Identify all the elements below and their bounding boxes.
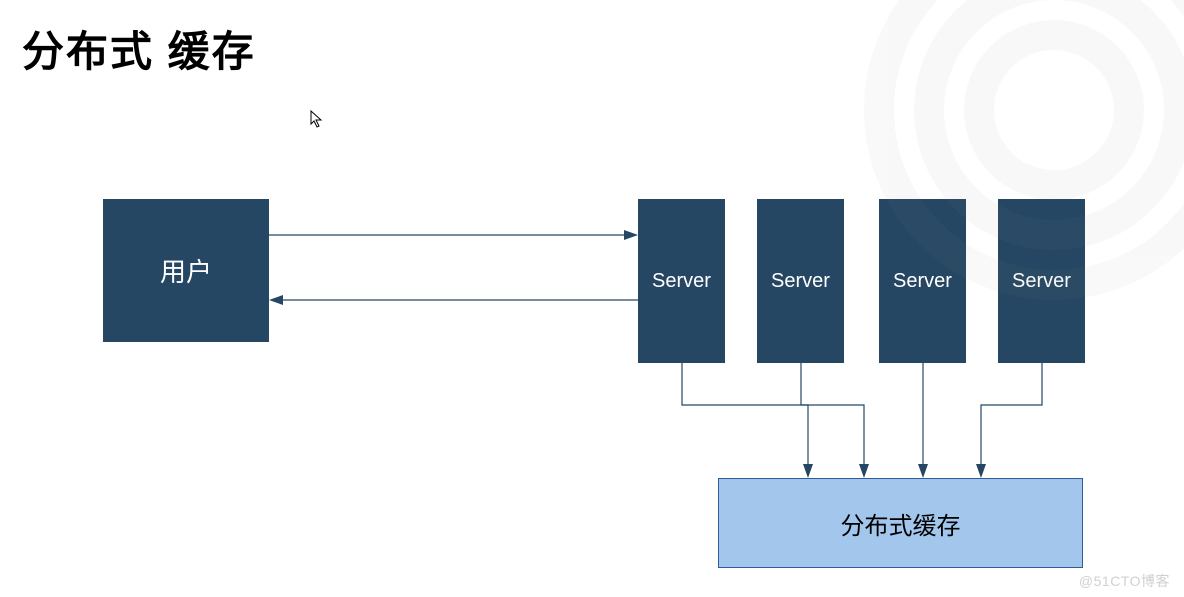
server-node-1: Server [638,199,725,363]
user-node: 用户 [103,199,269,342]
server-node-2: Server [757,199,844,363]
slide-title: 分布式 缓存 [22,18,256,79]
arrowhead-right-icon [624,230,638,240]
server-node-4: Server [998,199,1085,363]
arrowhead-down-icon [976,464,986,478]
cursor-icon [310,110,324,128]
connector-s4-cache [981,363,1042,466]
arrowhead-down-icon [803,464,813,478]
connector-s2-cache [801,363,864,466]
server-label: Server [1012,270,1071,293]
distributed-cache-node: 分布式缓存 [718,478,1083,568]
watermark-text: @51CTO博客 [1079,571,1170,591]
connector-s1-cache [682,363,808,466]
cache-label: 分布式缓存 [841,506,961,541]
arrowhead-down-icon [859,464,869,478]
server-label: Server [652,270,711,293]
user-label: 用户 [160,252,212,289]
server-label: Server [771,270,830,293]
server-label: Server [893,270,952,293]
server-node-3: Server [879,199,966,363]
arrowhead-down-icon [918,464,928,478]
arrowhead-left-icon [269,295,283,305]
